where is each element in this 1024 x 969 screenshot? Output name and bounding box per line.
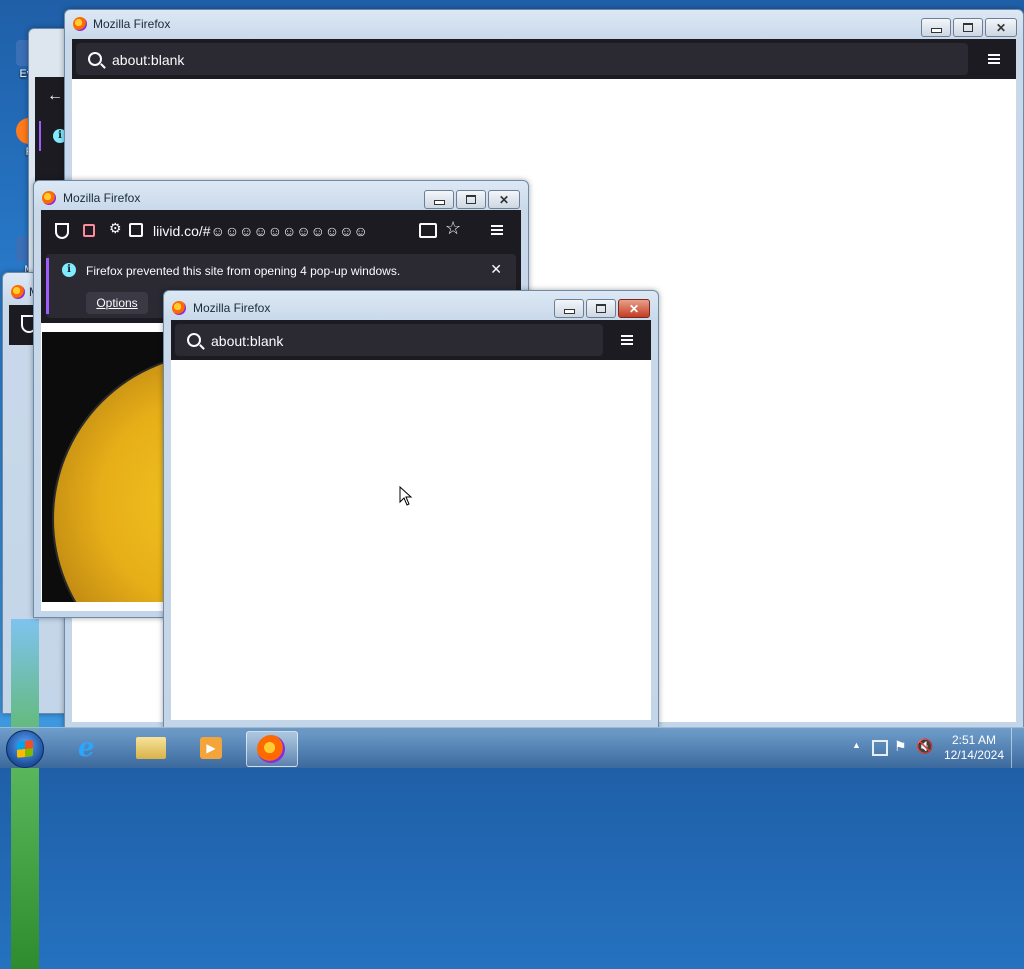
url-text[interactable]: liivid.co/#☺☺☺☺☺☺☺☺☺☺☺	[153, 223, 368, 239]
notification-text: Firefox prevented this site from opening…	[86, 264, 401, 278]
show-hidden-icons-icon[interactable]: ▲	[852, 740, 861, 750]
accent-bar	[46, 258, 49, 314]
site-icon	[129, 223, 143, 237]
taskbar-app-internet-explorer[interactable]: e	[66, 731, 116, 765]
close-notification-icon[interactable]: ✕	[490, 261, 502, 278]
restore-icon	[596, 304, 606, 313]
clock[interactable]: 2:51 AM 12/14/2024	[944, 733, 1004, 763]
internet-explorer-icon: e	[78, 733, 95, 763]
info-icon: i	[62, 263, 76, 277]
search-icon	[88, 52, 102, 66]
restore-button[interactable]	[456, 190, 486, 209]
clock-time: 2:51 AM	[951, 733, 996, 747]
firefox-icon	[257, 735, 285, 763]
permissions-icon[interactable]: ⚙	[109, 220, 122, 237]
restore-icon	[466, 195, 476, 204]
taskbar-app-firefox[interactable]	[246, 731, 298, 767]
lock-icon[interactable]	[83, 224, 95, 237]
toolbar: about:blank	[72, 39, 1016, 79]
minimize-button[interactable]	[554, 299, 584, 318]
url-text[interactable]: about:blank	[112, 52, 184, 68]
close-icon: ✕	[995, 20, 1007, 35]
url-text[interactable]: about:blank	[211, 333, 283, 349]
close-button[interactable]: ✕	[618, 299, 650, 318]
network-icon[interactable]	[872, 740, 888, 756]
page-image	[11, 619, 39, 969]
firefox-logo-icon	[11, 285, 25, 299]
window-title: Mozilla Firefox	[93, 17, 171, 31]
minimize-icon	[563, 309, 575, 314]
address-bar[interactable]: about:blank	[76, 43, 968, 75]
firefox-logo-icon	[42, 191, 56, 205]
taskbar-app-file-explorer[interactable]	[126, 731, 176, 765]
close-icon: ✕	[628, 301, 640, 316]
options-button[interactable]: Options	[86, 292, 148, 314]
folder-icon	[136, 737, 166, 759]
game-image	[42, 332, 164, 602]
title-bar[interactable]: Mozilla Firefox ✕	[65, 10, 1023, 38]
bookmark-star-icon[interactable]: ☆	[445, 218, 461, 239]
minimize-icon	[930, 28, 942, 33]
window-title: Mozilla Firefox	[63, 191, 141, 205]
hamburger-menu-icon[interactable]	[988, 54, 1000, 64]
address-bar[interactable]: ⚙ liivid.co/#☺☺☺☺☺☺☺☺☺☺☺ ☆	[45, 214, 473, 246]
media-player-icon: ▶	[200, 737, 222, 759]
taskbar: e ▶ ▲ ⚑ 🔇 2:51 AM 12/14/2024	[0, 727, 1024, 768]
title-bar[interactable]: Mozilla Firefox ✕	[164, 291, 658, 319]
minimize-icon	[433, 200, 445, 205]
start-button[interactable]	[6, 730, 44, 768]
search-icon	[187, 333, 201, 347]
page-content	[171, 360, 651, 720]
firefox-logo-icon	[73, 17, 87, 31]
tracking-shield-icon[interactable]	[55, 223, 69, 239]
minimize-button[interactable]	[921, 18, 951, 37]
window-title: Mozilla Firefox	[193, 301, 271, 315]
restore-button[interactable]	[586, 299, 616, 318]
back-arrow-icon[interactable]: ←	[47, 87, 63, 105]
hamburger-menu-icon[interactable]	[491, 225, 503, 235]
hamburger-menu-icon[interactable]	[621, 335, 633, 345]
close-icon: ✕	[498, 192, 510, 207]
window-front[interactable]: Mozilla Firefox ✕ about:blank	[163, 290, 659, 728]
toolbar: about:blank	[171, 320, 651, 360]
picture-in-picture-icon[interactable]	[419, 223, 437, 238]
show-desktop-button[interactable]	[1011, 728, 1024, 768]
system-tray: ▲ ⚑ 🔇 2:51 AM 12/14/2024	[844, 728, 1024, 768]
firefox-logo-icon	[172, 301, 186, 315]
accent-bar	[39, 121, 41, 151]
close-button[interactable]: ✕	[488, 190, 520, 209]
address-bar[interactable]: about:blank	[175, 324, 603, 356]
action-center-flag-icon[interactable]: ⚑	[894, 738, 907, 755]
mouse-cursor-icon	[399, 486, 413, 506]
restore-icon	[963, 23, 973, 32]
golden-orb-image	[52, 352, 164, 602]
restore-button[interactable]	[953, 18, 983, 37]
taskbar-app-media-player[interactable]: ▶	[186, 731, 236, 765]
volume-muted-icon[interactable]: 🔇	[916, 738, 933, 755]
clock-date: 12/14/2024	[943, 748, 1004, 762]
minimize-button[interactable]	[424, 190, 454, 209]
title-bar[interactable]: Mozilla Firefox ✕	[34, 181, 528, 209]
close-button[interactable]: ✕	[985, 18, 1017, 37]
